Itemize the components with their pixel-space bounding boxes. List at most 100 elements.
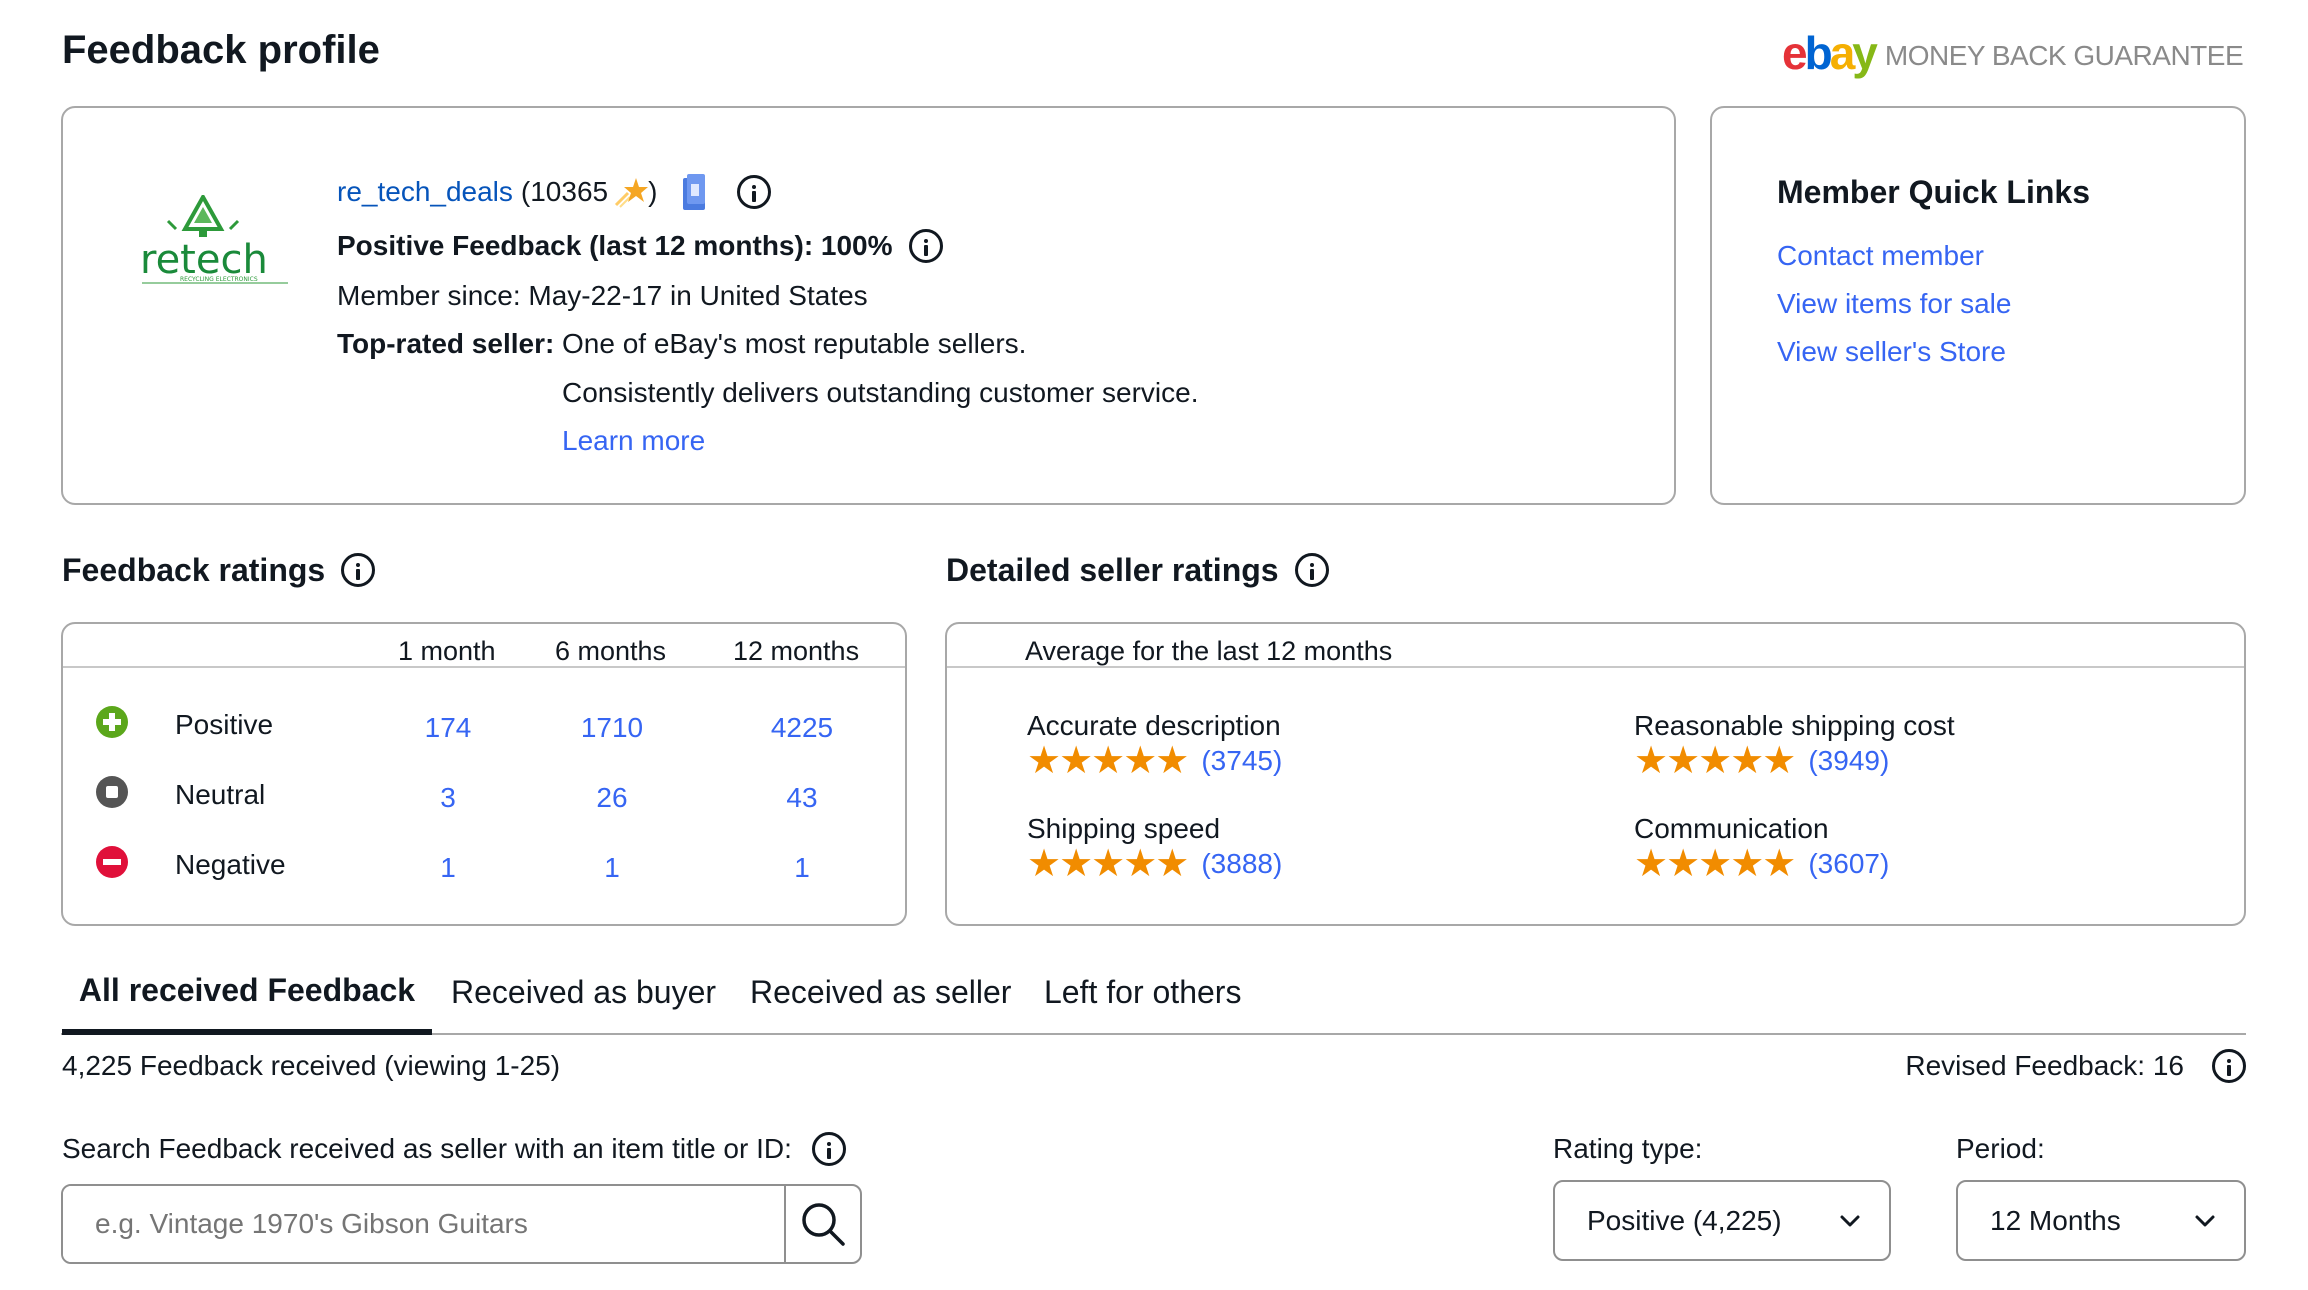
negative-icon (96, 846, 128, 878)
negative-label: Negative (175, 849, 286, 880)
revised-feedback: Revised Feedback: 16 (1905, 1046, 2246, 1086)
ebay-logo-e: e (1782, 27, 1808, 79)
positive-feedback-text: Positive Feedback (last 12 months): 100% (337, 230, 893, 261)
profile-card (61, 106, 1676, 505)
contact-member-link[interactable]: Contact member (1777, 240, 1984, 272)
tab-all-received-feedback-label: All received Feedback (78, 972, 416, 1008)
positive-feedback-percentage: Positive Feedback (last 12 months): 100% (337, 226, 943, 266)
shipping-cost-count[interactable]: (3949) (1808, 745, 1889, 777)
seller-logo[interactable]: retech RECYCLING ELECTRONICS (140, 192, 290, 295)
detailed-ratings-subtitle: Average for the last 12 months (1025, 636, 1393, 666)
communication-count[interactable]: (3607) (1808, 848, 1889, 880)
rating-type-label: Rating type: (1553, 1133, 1703, 1164)
feedback-ratings-title: Feedback ratings (62, 551, 326, 588)
tab-all-received-feedback[interactable]: All received Feedback (62, 966, 432, 1035)
tab-left-for-others[interactable]: Left for others (1044, 974, 1241, 1011)
revised-feedback-text: Revised Feedback: 16 (1905, 1050, 2184, 1081)
feedback-score-open: (10365 (520, 176, 609, 207)
detailed-ratings-info-icon[interactable] (1294, 553, 1329, 587)
negative-1-month-count[interactable]: 1 (398, 852, 498, 884)
tab-received-as-seller[interactable]: Received as seller (750, 974, 1011, 1011)
neutral-icon-square (106, 786, 118, 798)
negative-6-months-count[interactable]: 1 (562, 852, 662, 884)
chevron-down-icon (2195, 1215, 2215, 1226)
search-icon (802, 1203, 845, 1246)
ebay-money-back-banner: ebay MONEY BACK GUARANTEE (1782, 26, 2244, 79)
column-header-1-month: 1 month (398, 636, 496, 666)
accurate-description-stars: ★★★★★ (3745) (1027, 742, 1282, 780)
accurate-description-count[interactable]: (3745) (1201, 745, 1282, 777)
shooting-star-svg (615, 178, 649, 208)
star-icon: ★★★★★ (1634, 740, 1796, 782)
positive-6-months-count[interactable]: 1710 (562, 712, 662, 744)
column-header-12-months: 12 months (733, 636, 860, 666)
shipping-speed-label: Shipping speed (1027, 813, 1221, 844)
shipping-cost-label: Reasonable shipping cost (1634, 710, 1955, 741)
communication-stars: ★★★★★ (3607) (1634, 845, 1889, 883)
revised-feedback-info-icon[interactable] (2212, 1049, 2246, 1083)
star-icon: ★★★★★ (1634, 843, 1796, 885)
search-button[interactable] (784, 1186, 860, 1262)
star-icon: ★★★★★ (1027, 740, 1189, 782)
shipping-speed-count[interactable]: (3888) (1201, 848, 1282, 880)
learn-more-link[interactable]: Learn more (562, 425, 705, 457)
top-rated-seller-icon (679, 172, 709, 212)
member-since: Member since: May-22-17 in United States (337, 280, 868, 311)
feedback-score-close: ) (648, 176, 658, 207)
search-feedback-label: Search Feedback received as seller with … (62, 1133, 792, 1164)
shipping-cost-stars: ★★★★★ (3949) (1634, 742, 1889, 780)
view-sellers-store-link[interactable]: View seller's Store (1777, 336, 2006, 368)
positive-feedback-info-icon[interactable] (908, 229, 943, 263)
seller-logo-subtext: RECYCLING ELECTRONICS (180, 276, 258, 283)
positive-label: Positive (175, 709, 274, 740)
quick-links-title: Member Quick Links (1777, 174, 2090, 210)
view-items-for-sale-link[interactable]: View items for sale (1777, 288, 2011, 320)
period-label: Period: (1956, 1133, 2045, 1164)
rating-type-select[interactable]: Positive (4,225) (1553, 1180, 1891, 1261)
neutral-icon (96, 776, 128, 808)
neutral-6-months-count[interactable]: 26 (562, 782, 662, 814)
recycle-plug-icon: retech RECYCLING ELECTRONICS (140, 192, 288, 284)
search-info-icon[interactable] (811, 1132, 846, 1166)
search-box (61, 1184, 862, 1264)
ebay-logo-b: b (1804, 27, 1833, 79)
period-select[interactable]: 12 Months (1956, 1180, 2246, 1261)
shooting-star-icon (614, 175, 649, 209)
positive-1-month-count[interactable]: 174 (398, 712, 498, 744)
seller-info-icon[interactable] (737, 175, 772, 209)
tab-received-as-buyer[interactable]: Received as buyer (451, 974, 716, 1011)
seller-name-line: re_tech_deals (10365 ) (337, 172, 772, 212)
top-rated-description-1: One of eBay's most reputable sellers. (562, 328, 1027, 359)
top-rated-description-2: Consistently delivers outstanding custom… (562, 377, 1199, 408)
positive-icon-v (109, 713, 115, 731)
ebay-logo-y: y (1852, 27, 1878, 79)
search-label-row: Search Feedback received as seller with … (62, 1129, 846, 1169)
money-back-guarantee-text: MONEY BACK GUARANTEE (1884, 40, 2244, 71)
star-icon: ★★★★★ (1027, 843, 1189, 885)
positive-12-months-count[interactable]: 4225 (752, 712, 852, 744)
top-rated-badge-svg (683, 174, 706, 210)
neutral-label: Neutral (175, 779, 266, 810)
ebay-logo-a: a (1829, 27, 1856, 79)
positive-icon (96, 706, 128, 738)
neutral-1-month-count[interactable]: 3 (398, 782, 498, 814)
chevron-down-icon (1840, 1215, 1860, 1226)
neutral-12-months-count[interactable]: 43 (752, 782, 852, 814)
feedback-ratings-info-icon[interactable] (341, 553, 376, 587)
negative-icon-bar (103, 859, 121, 865)
rating-type-value: Positive (4,225) (1587, 1204, 1782, 1236)
communication-label: Communication (1634, 813, 1829, 844)
search-feedback-input[interactable] (63, 1186, 784, 1262)
shipping-speed-stars: ★★★★★ (3888) (1027, 845, 1282, 883)
detailed-ratings-heading: Detailed seller ratings (946, 550, 1329, 590)
negative-12-months-count[interactable]: 1 (752, 852, 852, 884)
period-value: 12 Months (1990, 1204, 2121, 1236)
detailed-ratings-title: Detailed seller ratings (946, 551, 1279, 588)
seller-username-link[interactable]: re_tech_deals (337, 176, 513, 208)
page-title: Feedback profile (62, 28, 380, 72)
column-header-6-months: 6 months (555, 636, 667, 666)
feedback-ratings-heading: Feedback ratings (62, 550, 376, 590)
accurate-description-label: Accurate description (1027, 710, 1281, 741)
ebay-logo: ebay (1782, 27, 1878, 79)
feedback-received-count: 4,225 Feedback received (viewing 1-25) (62, 1050, 561, 1081)
